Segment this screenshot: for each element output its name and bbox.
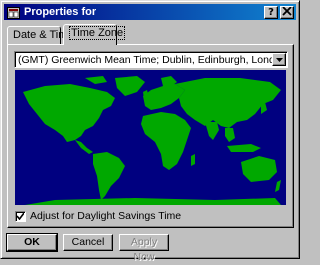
daylight-savings-label[interactable]: Adjust for Daylight Savings Time (30, 210, 181, 222)
timezone-selected-value: (GMT) Greenwich Mean Time; Dublin, Edinb… (18, 53, 272, 66)
world-map-image (15, 70, 286, 205)
apply-now-button[interactable]: Apply Now (119, 234, 169, 263)
checkmark-icon (17, 212, 24, 220)
daylight-savings-checkbox[interactable] (15, 210, 26, 222)
title-bar[interactable]: Properties for ? (4, 4, 296, 20)
world-map[interactable] (15, 70, 286, 205)
dropdown-arrow-button[interactable] (272, 53, 286, 66)
window-title: Properties for (24, 6, 97, 18)
close-icon (282, 5, 292, 16)
window-icon (6, 5, 20, 19)
tab-time-zone-label: Time Zone (69, 26, 126, 40)
help-button[interactable]: ? (264, 5, 278, 19)
tab-time-zone[interactable]: Time Zone (63, 24, 126, 45)
chevron-down-icon (275, 57, 283, 62)
cancel-button[interactable]: Cancel (63, 234, 113, 251)
ok-button[interactable]: OK (6, 233, 58, 252)
close-button[interactable] (280, 5, 294, 19)
timezone-dropdown[interactable]: (GMT) Greenwich Mean Time; Dublin, Edinb… (14, 51, 288, 68)
tab-date-time[interactable]: Date & Time (7, 26, 74, 44)
properties-dialog: Properties for ? Date & Time Time Zone (… (0, 0, 300, 263)
daylight-savings-row: Adjust for Daylight Savings Time (15, 210, 181, 222)
